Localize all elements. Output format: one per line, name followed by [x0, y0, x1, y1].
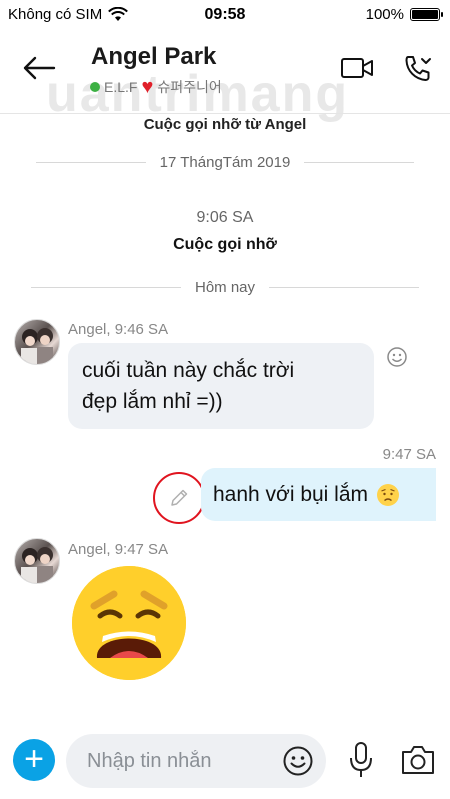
video-call-icon: [341, 58, 373, 78]
edit-pencil-icon: [171, 489, 188, 506]
video-call-button[interactable]: [340, 56, 374, 85]
today-label: Hôm nay: [194, 279, 256, 296]
contact-status: E.L.F ♥ 슈퍼주니어: [90, 77, 222, 97]
message-text: hanh với bụi lắm: [213, 483, 369, 506]
microphone-button[interactable]: [348, 741, 374, 786]
emoji-icon: [283, 746, 313, 776]
message-line: đẹp lắm nhỉ =)): [82, 390, 223, 413]
avatar-photo: [21, 328, 53, 364]
header-divider: [0, 113, 450, 114]
avatar[interactable]: [14, 538, 60, 584]
online-status-icon: [90, 82, 100, 92]
plus-icon: +: [24, 740, 44, 778]
weary-face-icon: [72, 566, 186, 680]
camera-button[interactable]: [400, 744, 436, 781]
edit-highlight[interactable]: [153, 472, 205, 524]
weary-face-emoji[interactable]: [72, 566, 186, 680]
add-reaction-icon: [387, 347, 407, 367]
heart-icon: ♥: [141, 76, 154, 98]
message-time: 9:47 SA: [382, 446, 436, 463]
emoji-button[interactable]: [282, 745, 314, 782]
date-label: 17 ThángTám 2019: [159, 154, 291, 171]
outgoing-message[interactable]: hanh với bụi lắm: [201, 468, 436, 521]
sender-label: Angel, 9:46 SA: [68, 321, 169, 338]
message-line: cuối tuần này chắc trời: [82, 359, 295, 382]
battery-icon: [410, 8, 443, 21]
avatar-photo: [21, 547, 53, 583]
incoming-message[interactable]: cuối tuần này chắc trời đẹp lắm nhỉ =)): [68, 343, 374, 429]
microphone-icon: [350, 742, 372, 777]
mood-text: 슈퍼주니어: [157, 79, 222, 95]
phone-call-icon: [405, 56, 431, 81]
back-arrow-icon: [23, 56, 56, 80]
add-button[interactable]: +: [13, 739, 55, 781]
today-divider: Hôm nay: [0, 279, 450, 296]
phone-call-button[interactable]: [402, 53, 434, 90]
camera-icon: [402, 746, 434, 774]
back-button[interactable]: [22, 56, 56, 85]
status-battery: 100%: [365, 6, 443, 23]
status-label: E.L.F: [104, 79, 138, 95]
contact-name[interactable]: Angel Park: [91, 43, 216, 71]
worried-face-icon: [377, 483, 400, 506]
missed-call-label[interactable]: Cuộc gọi nhỡ: [0, 236, 450, 254]
date-divider: 17 ThángTám 2019: [0, 154, 450, 171]
battery-percent: 100%: [365, 6, 404, 23]
add-reaction-button[interactable]: [386, 346, 408, 373]
sender-label: Angel, 9:47 SA: [68, 541, 169, 558]
missed-call-banner[interactable]: Cuộc gọi nhỡ từ Angel: [0, 116, 450, 133]
avatar[interactable]: [14, 319, 60, 365]
call-time: 9:06 SA: [196, 209, 254, 226]
